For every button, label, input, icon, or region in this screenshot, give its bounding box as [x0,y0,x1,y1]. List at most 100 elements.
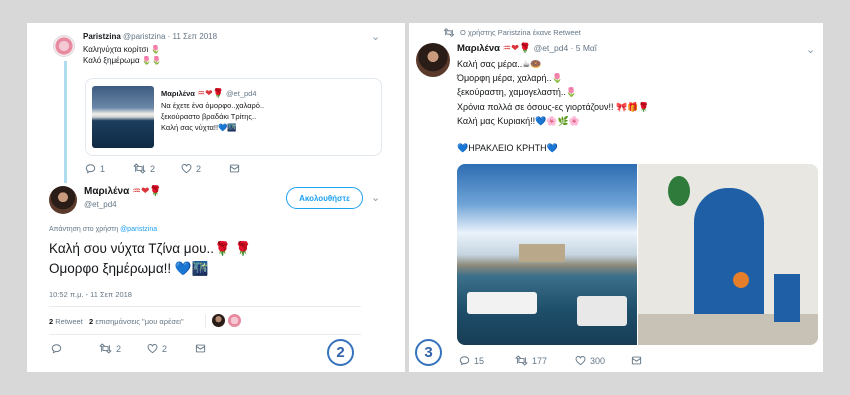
heart-icon [575,355,586,366]
tweet-line: Καλή σας νύχτα!!💙🌃 [161,123,237,132]
author-handle: @et_pd4 [225,89,257,98]
avatar[interactable] [53,35,75,57]
heart-icon [181,163,192,174]
tweet-timestamp[interactable]: 10:52 π.μ. - 11 Σεπ 2018 [49,290,132,299]
tweet-line: Καλή μας Κυριακή!!💙🌸🌿🌸 [457,115,580,126]
tweet-line: Καλή σου νύχτα Τζίνα μου..🌹 🌹 [49,241,252,256]
retweet-button[interactable]: 2 [133,163,155,174]
author-handle[interactable]: @et_pd4 [84,200,117,209]
reply-icon [85,163,96,174]
chevron-down-icon[interactable]: ⌄ [371,30,380,43]
quoted-tweet-image [92,86,154,148]
author-meta: @paristzina · 11 Σεπ 2018 [123,32,218,41]
media-photo-door[interactable] [638,164,818,345]
liker-separator [205,314,206,328]
quoted-tweet-text: Να έχετε ένα όμορφο..χαλαρό.. ξεκούραστο… [161,100,264,133]
author-name[interactable]: Μαριλένα [457,43,500,54]
reply-button[interactable]: 15 [459,355,484,366]
reply-button[interactable] [51,343,62,354]
like-count: 2 [196,163,202,174]
quoted-tweet-card[interactable]: Μαριλένα ♒❤🌹 @et_pd4 Να έχετε ένα όμορφο… [85,78,382,156]
dm-icon [631,355,642,366]
thread-line [64,61,67,183]
likes-stat-count: 2 [89,317,94,326]
reply-text: Καλή σου νύχτα Τζίνα μου..🌹 🌹 Ομορφο ξημ… [49,239,251,279]
avatar[interactable] [416,43,450,77]
fortress-shape [519,244,565,262]
dm-button[interactable] [229,163,240,174]
like-button[interactable]: 2 [181,163,201,174]
dm-icon [195,343,206,354]
tweet-line: ξεκούραστο βραδάκι Τρίτης.. [161,112,257,121]
likes-stat-label: επισημάνσεις "μου αρέσει" [95,317,184,326]
like-button[interactable]: 2 [147,343,167,354]
divider [49,334,361,335]
author-name[interactable]: Μαριλένα [84,186,129,197]
retweet-stat-label: Retweet [55,317,83,326]
reply-button[interactable]: 1 [85,163,105,174]
heart-icon: ♒❤🌹 [502,43,531,54]
tweet-media[interactable] [457,164,818,345]
engagement-stats: 2 Retweet 2 επισημάνσεις "μου αρέσει" [49,317,184,326]
step-badge: 3 [415,339,442,366]
retweet-stat-count: 2 [49,317,54,326]
author-name[interactable]: Paristzina [83,32,121,41]
retweet-button[interactable]: 2 [99,343,121,354]
reply-count: 15 [474,355,485,366]
chair-shape [774,274,800,322]
tweet-header: Μαριλένα ♒❤🌹 @et_pd4 · 5 Μαΐ [457,43,597,54]
retweet-count: 2 [116,343,122,354]
tweet-line: Χρόνια πολλά σε όσους-ες γιορτάζουν!! 🎀🎁… [457,101,650,112]
tweet-line: Καλή σας μέρα..☕🍩 [457,59,542,69]
tweet-line: Να έχετε ένα όμορφο..χαλαρό.. [161,101,265,110]
retweet-icon [99,343,112,354]
dm-button[interactable] [195,343,206,354]
retweet-icon [515,355,528,366]
retweet-icon [443,28,455,37]
retweet-stat[interactable]: 2 Retweet [49,317,83,326]
media-photo-harbor[interactable] [457,164,637,345]
reply-icon [51,343,62,354]
avatar[interactable] [212,314,225,327]
tweet-panel: Ο χρήστης Paristzina έκανε Retweet Μαριλ… [409,23,823,372]
avatar[interactable] [228,314,241,327]
divider [49,306,361,307]
thread-panel: Paristzina @paristzina · 11 Σεπ 2018 ⌄ Κ… [27,23,405,372]
boat-shape [577,296,627,326]
author-name: Μαριλένα [161,89,195,98]
like-count: 300 [590,355,606,366]
retweet-count: 2 [150,163,156,174]
tweet-line: Ομορφο ξημέρωμα!! 💙🌃 [49,261,209,276]
follow-button[interactable]: Ακολουθήστε [286,187,363,209]
like-button[interactable]: 300 [575,355,605,366]
retweet-icon [133,163,146,174]
retweet-note[interactable]: Ο χρήστης Paristzina έκανε Retweet [460,28,581,37]
avatar[interactable] [49,186,77,214]
dm-button[interactable] [631,355,642,366]
chevron-down-icon[interactable]: ⌄ [371,191,380,204]
parent-tweet-text: Καληνύχτα κορίτσι 🌷 Καλό ξημέρωμα 🌷🌷 [83,44,162,66]
replying-to-link[interactable]: @paristzina [120,226,157,233]
reply-count: 1 [100,163,106,174]
blue-door-shape [694,188,764,318]
step-badge: 2 [327,339,354,366]
boat-shape [467,292,537,314]
heart-icon [147,343,158,354]
retweet-context: Ο χρήστης Paristzina έκανε Retweet [443,28,581,37]
tweet-line: ξεκούραστη, χαμογελαστή..🌷 [457,87,578,98]
reply-header: Μαριλένα ♒❤🌹 [84,186,162,197]
heart-icon: ♒❤🌹 [197,88,224,98]
tweet-line: Όμορφη μέρα, χαλαρή..🌷 [457,73,563,84]
like-count: 2 [162,343,168,354]
reply-icon [459,355,470,366]
retweet-button[interactable]: 177 [515,355,547,366]
plant-shape [668,176,690,206]
dm-icon [229,163,240,174]
author-meta: @et_pd4 · 5 Μαΐ [533,43,597,53]
quoted-tweet-header: Μαριλένα ♒❤🌹 @et_pd4 [161,88,257,99]
chevron-down-icon[interactable]: ⌄ [806,43,815,56]
location-line: 💙ΗΡΑΚΛΕΙΟ ΚΡΗΤΗ💙 [457,143,558,153]
replying-to: Απάντηση στο χρήστη @paristzina [49,226,157,233]
likes-stat[interactable]: 2 επισημάνσεις "μου αρέσει" [89,317,184,326]
heart-icon: ♒❤🌹 [132,186,162,197]
